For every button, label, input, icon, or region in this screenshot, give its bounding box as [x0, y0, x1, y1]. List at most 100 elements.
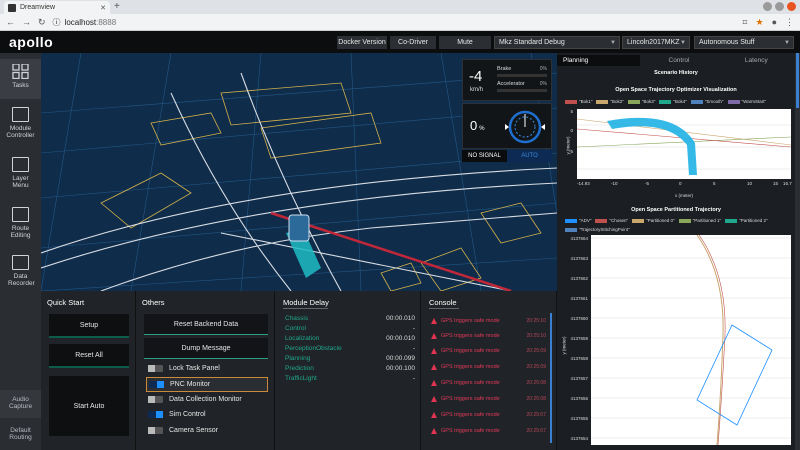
- plot-area: [591, 235, 791, 445]
- mode-select-value: Mkz Standard Debug: [499, 39, 565, 46]
- scrollbar-thumb[interactable]: [796, 53, 799, 108]
- brake-label: Brake: [497, 66, 512, 72]
- sidebar-item-default-routing[interactable]: Default Routing: [0, 421, 41, 449]
- delay-row: Localization 00:00.010: [285, 335, 415, 342]
- map-select-value: Autonomous Stuff: [699, 39, 755, 46]
- warning-icon: [431, 333, 437, 339]
- translate-icon[interactable]: ⌗: [742, 17, 747, 28]
- browser-tab[interactable]: Dreamview ✕: [4, 1, 110, 14]
- others-title: Others: [142, 298, 165, 307]
- map-select[interactable]: Autonomous Stuff ▼: [694, 36, 794, 49]
- sidebar-item-route-editing[interactable]: Route Editing: [0, 207, 41, 239]
- app-header: apollo Docker Version Co-Driver Mute Mkz…: [0, 31, 800, 53]
- vehicle-select[interactable]: Lincoln2017MKZ ▼: [622, 36, 690, 49]
- brake-pct: 0%: [539, 66, 547, 72]
- sidebar-item-label: Layer Menu: [12, 175, 29, 189]
- accelerator-meter: Accelerator 0%: [497, 81, 549, 92]
- docker-version-button[interactable]: Docker Version: [337, 36, 387, 49]
- camera-sensor-toggle[interactable]: Camera Sensor: [148, 427, 218, 434]
- chevron-down-icon: ▼: [680, 39, 686, 46]
- maximize-icon[interactable]: [775, 2, 784, 11]
- url-port: :8888: [96, 17, 117, 27]
- legend-item: "Bok3": [627, 99, 655, 104]
- toggle-switch-icon: [148, 396, 163, 403]
- data-collection-monitor-toggle[interactable]: Data Collection Monitor: [148, 396, 242, 403]
- legend-item: "Bok1": [565, 99, 592, 104]
- mute-button[interactable]: Mute: [439, 36, 491, 49]
- reload-icon[interactable]: ↻: [38, 17, 46, 28]
- sidebar-item-label: Tasks: [12, 82, 29, 89]
- right-panel-scrollbar[interactable]: [795, 53, 800, 450]
- url-bar: ← → ↻ ⓘ localhost:8888 ⌗ ★ ● ⋮: [0, 14, 800, 31]
- tab-planning[interactable]: Planning: [557, 55, 641, 66]
- console-row: GPS triggers safe mode 20:25:08: [431, 396, 546, 402]
- menu-icon[interactable]: ⋮: [785, 17, 794, 28]
- x-tick: 10: [747, 181, 753, 186]
- tab-control[interactable]: Control: [640, 55, 717, 66]
- minimize-icon[interactable]: [763, 2, 772, 11]
- y-tick: 4137662: [570, 276, 588, 281]
- console-row: GPS triggers safe mode 20:25:07: [431, 428, 546, 434]
- pnc-monitor-toggle[interactable]: PNC Monitor: [146, 377, 268, 392]
- delay-row: Chassis 00:00.010: [285, 315, 415, 322]
- dump-message-button[interactable]: Dump Message: [144, 338, 268, 359]
- trajectory-optimizer-chart: 5 0 -5 -14.93 -10 -5 0 5 10 15 16.7: [569, 109, 792, 186]
- tab-title: Dreamview: [20, 4, 56, 11]
- sidebar-item-label: Module Controller: [6, 125, 35, 139]
- legend-item: "Partitioned 1": [678, 218, 721, 223]
- close-tab-icon[interactable]: ✕: [100, 4, 106, 12]
- y-tick: 4137660: [570, 316, 588, 321]
- mode-select[interactable]: Mkz Standard Debug ▼: [494, 36, 620, 49]
- delay-row: Planning 00:00.099: [285, 355, 415, 362]
- quick-start-title: Quick Start: [47, 298, 85, 307]
- delay-row: PerceptionObstacle -: [285, 345, 415, 352]
- chart1-title: Open Space Trajectory Optimizer Visualiz…: [615, 87, 737, 93]
- close-window-icon[interactable]: [787, 2, 796, 11]
- chart2-title: Open Space Partitioned Trajectory: [631, 207, 721, 213]
- account-icon[interactable]: ●: [772, 17, 777, 28]
- layer-menu-icon: [12, 157, 29, 172]
- sidebar-item-tasks[interactable]: Tasks: [0, 59, 41, 99]
- reset-backend-button[interactable]: Reset Backend Data: [144, 314, 268, 335]
- back-icon[interactable]: ←: [6, 17, 15, 27]
- reset-all-button[interactable]: Reset All: [49, 344, 129, 368]
- co-driver-button[interactable]: Co-Driver: [390, 36, 436, 49]
- sidebar-item-label: Data Recorder: [8, 273, 35, 287]
- lock-task-panel-toggle[interactable]: Lock Task Panel: [148, 365, 220, 372]
- warning-icon: [431, 364, 437, 370]
- sidebar-item-layer-menu[interactable]: Layer Menu: [0, 157, 41, 189]
- chevron-down-icon: ▼: [784, 39, 790, 46]
- new-tab-icon[interactable]: +: [114, 1, 120, 12]
- driving-mode-badge: AUTO: [507, 150, 552, 162]
- toggle-switch-icon: [148, 427, 163, 434]
- apollo-logo: apollo: [9, 34, 54, 50]
- y-tick: 4137654: [570, 436, 588, 441]
- pnc-monitor-panel: Planning Control Latency Scenario Histor…: [557, 53, 795, 450]
- sidebar-item-audio-capture[interactable]: Audio Capture: [0, 390, 41, 418]
- sidebar-item-module-controller[interactable]: Module Controller: [0, 107, 41, 139]
- x-tick: -14.93: [577, 181, 590, 186]
- delay-row: Prediction 00:00.100: [285, 365, 415, 372]
- console-scrollbar[interactable]: [550, 313, 552, 443]
- address-field[interactable]: ⓘ localhost:8888: [53, 17, 117, 28]
- warning-icon: [431, 428, 437, 434]
- sidebar-item-data-recorder[interactable]: Data Recorder: [0, 255, 41, 287]
- favicon-icon: [8, 3, 16, 12]
- forward-icon[interactable]: →: [22, 17, 31, 27]
- y-tick: 5: [570, 109, 573, 114]
- bookmark-star-icon[interactable]: ★: [755, 17, 763, 28]
- legend-item: "Partitioned 2": [725, 218, 768, 223]
- steering-value: 0%: [470, 118, 485, 133]
- ego-vehicle: [288, 214, 310, 242]
- sidebar-item-label: Audio Capture: [8, 396, 33, 410]
- route-editing-icon: [12, 207, 29, 222]
- sim-control-toggle[interactable]: Sim Control: [148, 411, 206, 418]
- accelerator-pct: 0%: [539, 81, 547, 87]
- vehicle-select-value: Lincoln2017MKZ: [627, 39, 680, 46]
- setup-button[interactable]: Setup: [49, 314, 129, 338]
- toggle-label: PNC Monitor: [170, 381, 211, 388]
- tab-latency[interactable]: Latency: [718, 55, 795, 66]
- start-auto-button[interactable]: Start Auto: [49, 376, 129, 436]
- warning-icon: [431, 348, 437, 354]
- browser-tab-bar: Dreamview ✕ +: [0, 0, 800, 14]
